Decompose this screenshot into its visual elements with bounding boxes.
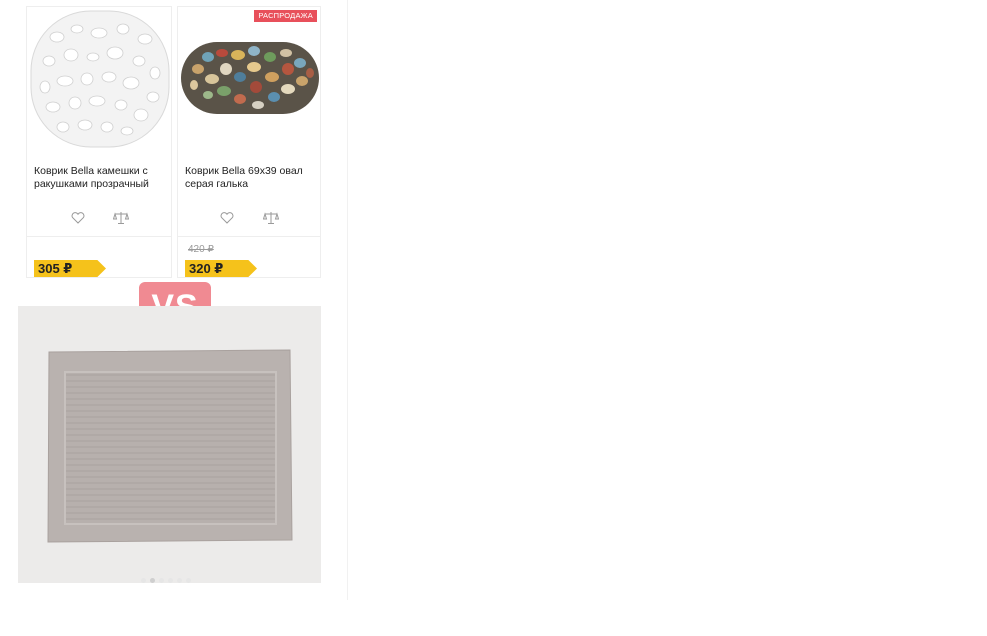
- product-image[interactable]: [27, 7, 171, 151]
- carousel-dot[interactable]: [168, 578, 173, 583]
- card-divider: [178, 236, 320, 237]
- price-tag: 320 ₽: [185, 260, 257, 277]
- price-tag: 305 ₽: [34, 260, 106, 277]
- scales-icon[interactable]: [110, 208, 132, 228]
- heart-icon[interactable]: [216, 208, 238, 228]
- carousel-dot[interactable]: [177, 578, 182, 583]
- product-name[interactable]: Коврик Bella камешки с ракушками прозрач…: [34, 165, 165, 191]
- carousel-indicator[interactable]: [141, 578, 191, 584]
- carousel-dot[interactable]: [141, 578, 146, 583]
- colorful-pebble-mat-image: [178, 7, 320, 151]
- carousel-dot-active[interactable]: [150, 578, 155, 583]
- towel-mat-image: [18, 306, 321, 583]
- panel-divider: [347, 0, 348, 600]
- product-card[interactable]: Коврик Bella камешки с ракушками прозрач…: [26, 6, 172, 278]
- product-image[interactable]: [178, 7, 320, 151]
- heart-icon[interactable]: [67, 208, 89, 228]
- scales-icon[interactable]: [260, 208, 282, 228]
- old-price: 420 ₽: [188, 244, 214, 255]
- carousel-dot[interactable]: [159, 578, 164, 583]
- card-divider: [27, 236, 171, 237]
- sale-badge: РАСПРОДАЖА: [254, 10, 317, 22]
- towel-mat-photo: [18, 306, 321, 583]
- carousel-dot[interactable]: [186, 578, 191, 583]
- transparent-pebble-mat-image: [27, 7, 171, 151]
- product-name[interactable]: Коврик Bella 69x39 овал серая галька: [185, 165, 314, 191]
- product-card[interactable]: РАСПРОДАЖА Коврик Bella 69x39 овал серая…: [177, 6, 321, 278]
